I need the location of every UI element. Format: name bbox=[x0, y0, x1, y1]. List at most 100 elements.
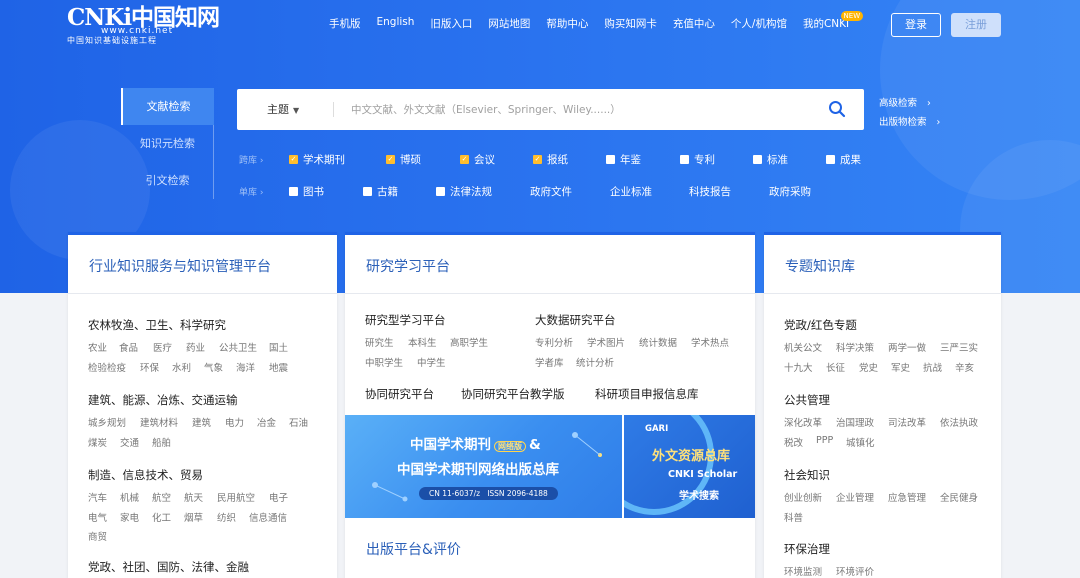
nav-buy-card[interactable]: 购买知网卡 bbox=[604, 16, 657, 31]
tag-link[interactable]: 党史 bbox=[859, 360, 878, 374]
tag-link[interactable]: 船舶 bbox=[152, 435, 171, 449]
tag-link[interactable]: 城乡规划 bbox=[88, 415, 126, 429]
tag-link[interactable]: 冶金 bbox=[257, 415, 276, 429]
checkbox-icon[interactable] bbox=[826, 154, 835, 164]
tag-link[interactable]: 环境评价 bbox=[836, 564, 874, 578]
card-title[interactable]: 行业知识服务与知识管理平台 bbox=[89, 256, 271, 276]
tag-link[interactable]: 创业创新 bbox=[784, 490, 822, 504]
category-title[interactable]: 制造、信息技术、贸易 bbox=[88, 467, 203, 483]
checkbox-icon[interactable] bbox=[460, 154, 469, 164]
tag-link[interactable]: 地震 bbox=[269, 360, 288, 374]
tag-link[interactable]: 石油 bbox=[289, 415, 308, 429]
tag-link[interactable]: 辛亥 bbox=[955, 360, 974, 374]
tag-link[interactable]: 机械 bbox=[120, 490, 139, 504]
tag-link[interactable]: 统计分析 bbox=[576, 355, 614, 369]
tag-link[interactable]: 统计数据 bbox=[639, 335, 677, 349]
tag-link[interactable]: 学术热点 bbox=[691, 335, 729, 349]
tag-link[interactable]: 本科生 bbox=[408, 335, 437, 349]
tag-link[interactable]: 高职学生 bbox=[450, 335, 488, 349]
tag-link[interactable]: 药业 bbox=[186, 340, 205, 354]
research-learning-title[interactable]: 研究型学习平台 bbox=[365, 312, 446, 328]
filter-laws[interactable]: 法律法规 bbox=[436, 184, 492, 199]
tag-link[interactable]: 科学决策 bbox=[836, 340, 874, 354]
tag-link[interactable]: 检验检疫 bbox=[88, 360, 126, 374]
journal-banner[interactable]: 中国学术期刊 网络版 & 中国学术期刊网络出版总库 CN 11-6037/z ISS… bbox=[345, 415, 622, 518]
filter-newspaper[interactable]: 报纸 bbox=[533, 152, 568, 167]
tag-link[interactable]: 企业管理 bbox=[836, 490, 874, 504]
category-title[interactable]: 党政/红色专题 bbox=[784, 317, 857, 333]
tag-link[interactable]: 中职学生 bbox=[365, 355, 403, 369]
tag-link[interactable]: 建筑材料 bbox=[140, 415, 178, 429]
card-title[interactable]: 专题知识库 bbox=[785, 256, 855, 276]
tag-link[interactable]: 专利分析 bbox=[535, 335, 573, 349]
filter-enterprise-std[interactable]: 企业标准 bbox=[610, 184, 652, 199]
checkbox-icon[interactable] bbox=[289, 154, 298, 164]
tag-link[interactable]: 全民健身 bbox=[940, 490, 978, 504]
filter-gov-docs[interactable]: 政府文件 bbox=[530, 184, 572, 199]
tag-link[interactable]: 环境监测 bbox=[784, 564, 822, 578]
tag-link[interactable]: 两学一做 bbox=[888, 340, 926, 354]
filter-standard[interactable]: 标准 bbox=[753, 152, 788, 167]
login-button[interactable]: 登录 bbox=[891, 13, 941, 37]
advanced-search-link[interactable]: 高级检索 › bbox=[879, 95, 931, 109]
tag-link[interactable]: 家电 bbox=[120, 510, 139, 524]
nav-recharge[interactable]: 充值中心 bbox=[673, 16, 715, 31]
checkbox-icon[interactable] bbox=[436, 186, 445, 196]
tag-link[interactable]: 学者库 bbox=[535, 355, 564, 369]
tag-link[interactable]: 深化改革 bbox=[784, 415, 822, 429]
nav-old-version[interactable]: 旧版入口 bbox=[430, 16, 472, 31]
tag-link[interactable]: 国土 bbox=[269, 340, 288, 354]
tag-link[interactable]: 气象 bbox=[204, 360, 223, 374]
tab-citation-search[interactable]: 引文检索 bbox=[121, 162, 214, 199]
nav-personal[interactable]: 个人/机构馆 bbox=[731, 16, 787, 31]
tag-link[interactable]: 抗战 bbox=[923, 360, 942, 374]
tag-link[interactable]: 三严三实 bbox=[940, 340, 978, 354]
tag-link[interactable]: 科普 bbox=[784, 510, 803, 524]
tag-link[interactable]: 十九大 bbox=[784, 360, 813, 374]
tag-link[interactable]: 煤炭 bbox=[88, 435, 107, 449]
search-icon[interactable] bbox=[828, 100, 846, 118]
tag-link[interactable]: 医疗 bbox=[153, 340, 172, 354]
tag-link[interactable]: 商贸 bbox=[88, 529, 107, 543]
tag-link[interactable]: 司法改革 bbox=[888, 415, 926, 429]
category-title[interactable]: 环保治理 bbox=[784, 541, 830, 557]
tag-link[interactable]: 依法执政 bbox=[940, 415, 978, 429]
scholar-banner[interactable]: GARI 外文资源总库 CNKI Scholar 学术搜索 bbox=[624, 415, 755, 518]
filter-books[interactable]: 图书 bbox=[289, 184, 324, 199]
tag-link[interactable]: 食品 bbox=[119, 340, 138, 354]
tag-link[interactable]: 中学生 bbox=[417, 355, 446, 369]
tag-link[interactable]: 税改 bbox=[784, 435, 803, 449]
checkbox-icon[interactable] bbox=[386, 154, 395, 164]
tag-link[interactable]: 电子 bbox=[269, 490, 288, 504]
checkbox-icon[interactable] bbox=[533, 154, 542, 164]
checkbox-icon[interactable] bbox=[363, 186, 372, 196]
tag-link[interactable]: 公共卫生 bbox=[219, 340, 257, 354]
tag-link[interactable]: 海洋 bbox=[236, 360, 255, 374]
filter-conference[interactable]: 会议 bbox=[460, 152, 495, 167]
tag-link[interactable]: 学术图片 bbox=[587, 335, 625, 349]
nav-my-cnki[interactable]: 我的CNKI NEW bbox=[803, 11, 864, 31]
tag-link[interactable]: 农业 bbox=[88, 340, 107, 354]
tab-literature-search[interactable]: 文献检索 bbox=[121, 88, 214, 125]
tag-link[interactable]: 信息通信 bbox=[249, 510, 287, 524]
tag-link[interactable]: 航空 bbox=[152, 490, 171, 504]
filter-patent[interactable]: 专利 bbox=[680, 152, 715, 167]
tag-link[interactable]: 化工 bbox=[152, 510, 171, 524]
collab-teaching-link[interactable]: 协同研究平台教学版 bbox=[461, 386, 565, 402]
tag-link[interactable]: 城镇化 bbox=[846, 435, 875, 449]
tag-link[interactable]: 机关公文 bbox=[784, 340, 822, 354]
collab-platform-link[interactable]: 协同研究平台 bbox=[365, 386, 434, 402]
checkbox-icon[interactable] bbox=[680, 154, 689, 164]
tag-link[interactable]: 建筑 bbox=[192, 415, 211, 429]
project-info-link[interactable]: 科研项目申报信息库 bbox=[595, 386, 699, 402]
big-data-title[interactable]: 大数据研究平台 bbox=[535, 312, 616, 328]
category-title[interactable]: 建筑、能源、冶炼、交通运输 bbox=[88, 392, 238, 408]
filter-gov-procurement[interactable]: 政府采购 bbox=[769, 184, 811, 199]
filter-ancient[interactable]: 古籍 bbox=[363, 184, 398, 199]
filter-achievement[interactable]: 成果 bbox=[826, 152, 861, 167]
tag-link[interactable]: 交通 bbox=[120, 435, 139, 449]
tag-link[interactable]: PPP bbox=[816, 435, 833, 446]
category-title[interactable]: 公共管理 bbox=[784, 392, 830, 408]
tag-link[interactable]: 汽车 bbox=[88, 490, 107, 504]
tag-link[interactable]: 研究生 bbox=[365, 335, 394, 349]
